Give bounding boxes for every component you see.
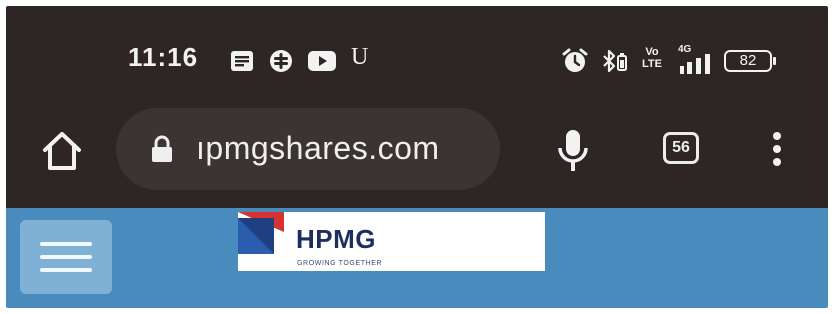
volte-top-label: Vo [645,46,659,58]
alarm-icon [562,48,588,72]
logo-wordmark: HPMG [296,224,376,254]
logo-mark-icon [238,212,284,254]
hamburger-line [40,242,92,246]
screen: 11:16 U Vo LTE 4G 82 ıpmgshares.com 56 H… [6,6,828,308]
cast-icon [270,50,292,72]
site-logo[interactable]: HPMG GROWING TOGETHER [238,212,545,271]
page-header: HPMG GROWING TOGETHER [6,208,828,308]
address-bar[interactable]: ıpmgshares.com [116,108,500,190]
hamburger-line [40,255,92,259]
status-time: 11:16 [128,42,199,72]
microphone-icon[interactable] [556,128,590,174]
logo-tagline: GROWING TOGETHER [297,260,383,267]
signal-4g-icon: 4G [678,44,718,74]
browser-toolbar: ıpmgshares.com 56 [6,106,828,208]
message-icon [231,51,253,71]
u-app-icon: U [351,44,369,70]
hamburger-menu-button[interactable] [20,220,112,294]
home-icon[interactable] [40,130,84,172]
battery-icon: 82 [724,50,776,72]
url-text[interactable]: ıpmgshares.com [196,130,440,167]
more-options-icon[interactable] [770,130,784,170]
tab-switcher-button[interactable]: 56 [663,132,699,164]
youtube-icon [308,51,336,71]
lock-icon[interactable] [150,134,174,164]
volte-icon: Vo LTE [642,46,662,70]
hamburger-line [40,268,92,272]
bluetooth-icon [603,49,627,73]
browser-chrome: 11:16 U Vo LTE 4G 82 ıpmgshares.com 56 [6,6,828,208]
volte-bottom-label: LTE [642,58,662,70]
status-bar: 11:16 U Vo LTE 4G 82 [6,6,828,106]
battery-level: 82 [739,52,757,69]
